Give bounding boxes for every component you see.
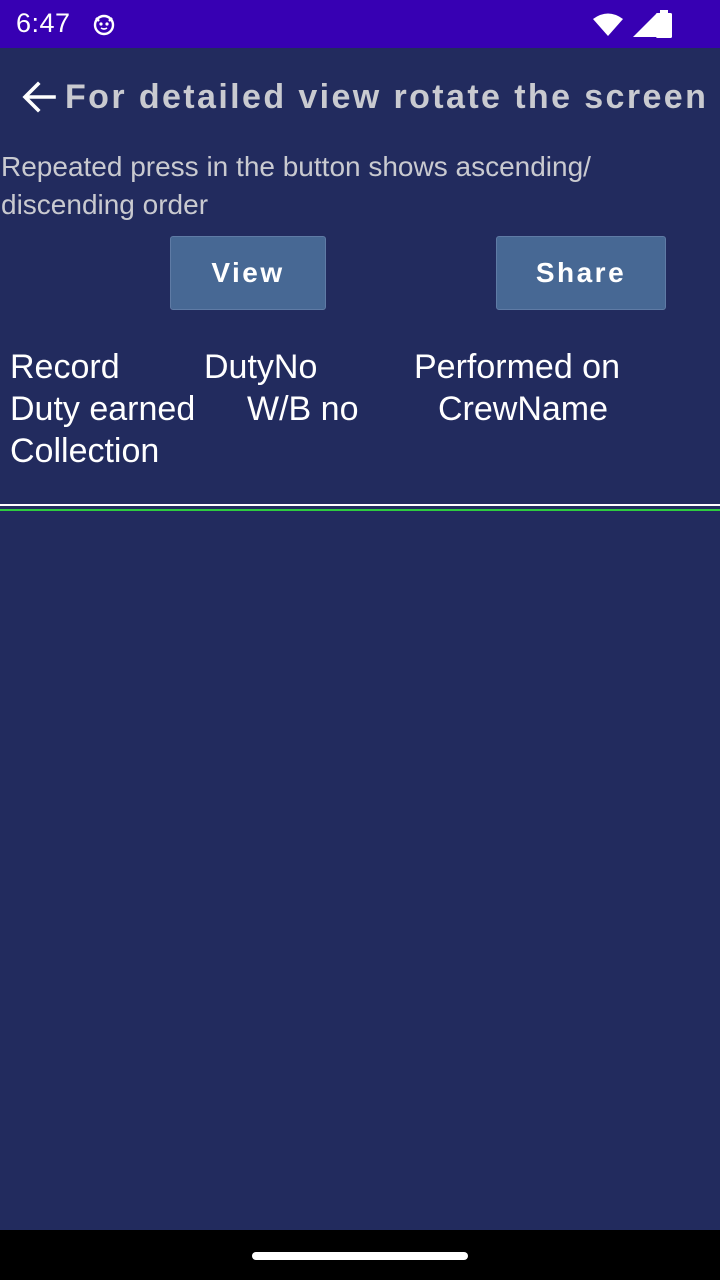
home-indicator[interactable]	[252, 1252, 468, 1260]
sort-hint-text: Repeated press in the button shows ascen…	[1, 151, 591, 220]
column-header-duty-earned[interactable]: Duty earned	[10, 390, 195, 429]
cat-face-icon	[93, 14, 115, 36]
status-bar: 6:47	[0, 0, 720, 48]
share-button[interactable]: Share	[496, 236, 666, 310]
column-header-crewname[interactable]: CrewName	[438, 390, 608, 429]
page-title: For detailed view rotate the screen	[65, 78, 709, 116]
battery-icon	[656, 10, 672, 38]
arrow-left-icon[interactable]	[20, 78, 58, 116]
column-header-collection[interactable]: Collection	[10, 432, 159, 471]
header-divider-accent	[0, 509, 720, 511]
column-header-dutyno[interactable]: DutyNo	[204, 348, 317, 387]
app-bar: For detailed view rotate the screen	[0, 48, 720, 152]
header-divider	[0, 504, 720, 506]
column-header-record[interactable]: Record	[10, 348, 120, 387]
column-header-wb-no[interactable]: W/B no	[247, 390, 358, 429]
wifi-icon	[593, 13, 623, 36]
status-time: 6:47	[16, 8, 71, 38]
navigation-bar	[0, 1230, 720, 1280]
records-list[interactable]	[0, 512, 720, 1230]
signal-icon	[633, 13, 657, 37]
view-button[interactable]: View	[170, 236, 326, 310]
column-header-performed-on[interactable]: Performed on	[414, 348, 620, 387]
